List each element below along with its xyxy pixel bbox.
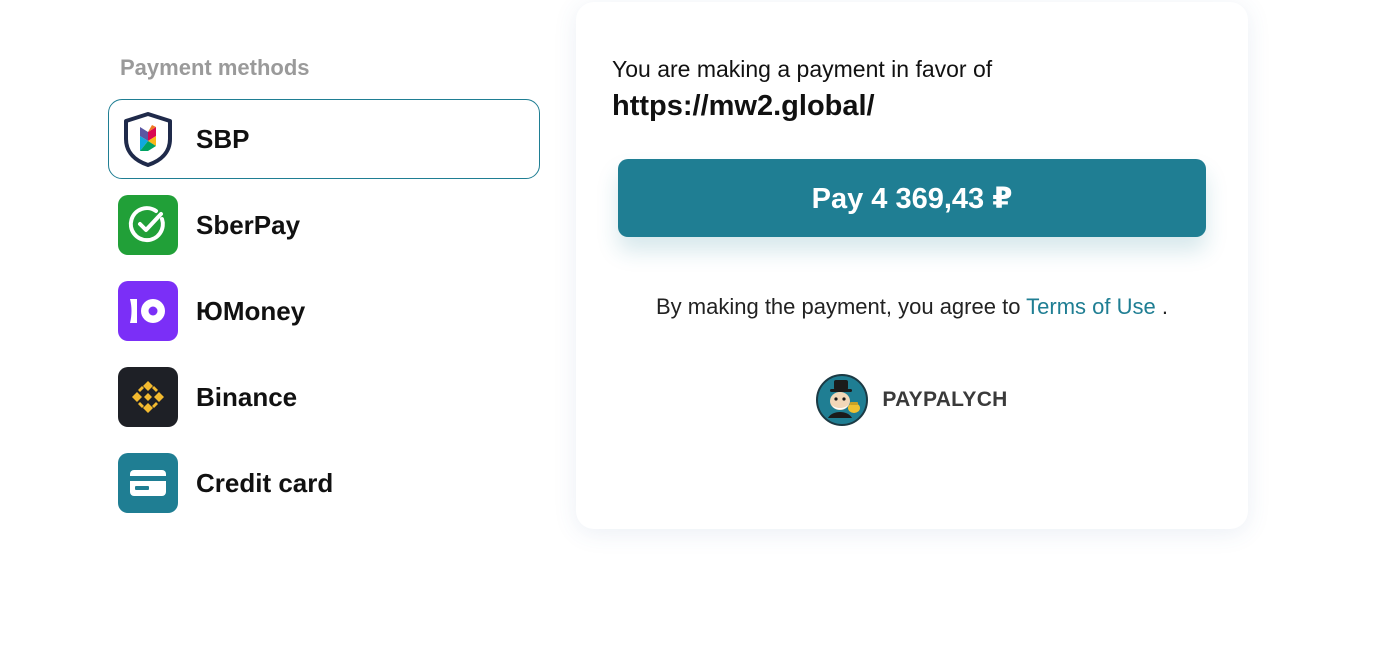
method-label-yoomoney: ЮMoney: [196, 295, 306, 326]
method-sberpay[interactable]: SberPay: [108, 185, 540, 265]
binance-icon: [118, 367, 178, 427]
payment-card: You are making a payment in favor of htt…: [576, 2, 1248, 529]
method-label-binance: Binance: [196, 381, 298, 412]
method-binance[interactable]: Binance: [108, 357, 540, 437]
payment-methods-panel: Payment methods SBP SberPay ЮMoney Binan…: [108, 52, 540, 523]
agree-prefix: By making the payment, you agree to: [656, 294, 1021, 319]
sbp-icon: [118, 109, 178, 169]
yoomoney-icon: [118, 281, 178, 341]
method-credit-card[interactable]: Credit card: [108, 443, 540, 523]
recipient-url: https://mw2.global/: [612, 90, 875, 122]
terms-of-use-link[interactable]: Terms of Use: [1026, 294, 1156, 319]
brand-footer: PAYPALYCH: [576, 374, 1248, 426]
method-yoomoney[interactable]: ЮMoney: [108, 271, 540, 351]
method-label-credit-card: Credit card: [196, 467, 334, 498]
method-label-sbp: SBP: [196, 123, 250, 154]
payment-page: Payment methods SBP SberPay ЮMoney Binan…: [0, 0, 1376, 653]
credit-card-icon: [118, 453, 178, 513]
method-label-sberpay: SberPay: [196, 209, 301, 240]
brand-name: PAYPALYCH: [882, 388, 1008, 411]
paypalych-mascot-icon: [816, 374, 869, 426]
pay-button[interactable]: Pay 4 369,43 ₽: [618, 159, 1206, 237]
terms-agreement: By making the payment, you agree to Term…: [576, 294, 1248, 320]
sberpay-icon: [118, 195, 178, 255]
payment-methods-title: Payment methods: [120, 55, 310, 80]
method-sbp[interactable]: SBP: [108, 99, 540, 179]
payment-favor-text: You are making a payment in favor of: [612, 56, 993, 82]
agree-suffix: .: [1161, 294, 1168, 319]
